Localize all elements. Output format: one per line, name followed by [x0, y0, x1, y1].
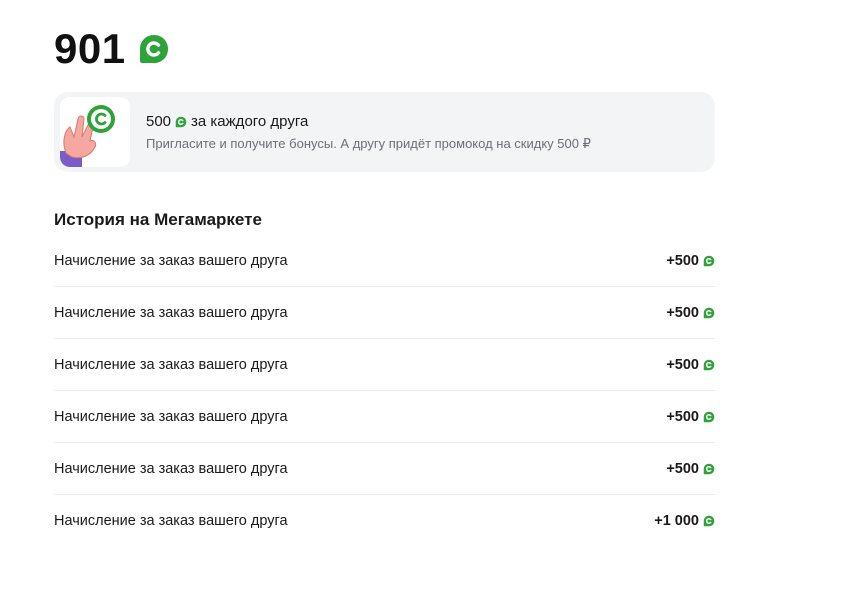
invite-title-suffix: за каждого друга — [191, 112, 309, 130]
history-row-label: Начисление за заказ вашего друга — [54, 304, 288, 321]
invite-amount: 500 — [146, 112, 172, 130]
history-row-amount-value: +500 — [666, 252, 699, 269]
history-row: Начисление за заказ вашего друга +500 — [54, 391, 715, 443]
invite-text: 500 за каждого друга Пригласите и получи… — [146, 112, 591, 153]
history-row-amount: +500 — [666, 305, 715, 321]
history-row: Начисление за заказ вашего друга +1 000 — [54, 495, 715, 547]
balance-value: 901 — [54, 25, 126, 72]
invite-friends-banner[interactable]: 500 за каждого друга Пригласите и получи… — [54, 92, 715, 172]
history-row-amount: +500 — [666, 253, 715, 269]
hand-with-coin-icon — [60, 97, 130, 167]
history-row-amount: +500 — [666, 357, 715, 373]
history-row-amount-value: +1 000 — [654, 513, 699, 529]
bonus-coin-icon — [703, 463, 715, 474]
history-row: Начисление за заказ вашего друга +500 — [54, 287, 715, 339]
history-row-label: Начисление за заказ вашего друга — [54, 356, 288, 373]
bonus-coin-icon — [703, 515, 715, 527]
history-row: Начисление за заказ вашего друга +500 — [54, 339, 715, 391]
history-list: Начисление за заказ вашего друга +500 На… — [54, 235, 715, 547]
history-row-amount: +500 — [666, 461, 715, 477]
history-row-amount-value: +500 — [666, 408, 699, 425]
history-row-label: Начисление за заказ вашего друга — [54, 252, 288, 269]
invite-subtitle: Пригласите и получите бонусы. А другу пр… — [146, 135, 591, 151]
bonus-coin-icon — [703, 255, 715, 266]
history-row-amount-value: +500 — [666, 460, 699, 477]
history-row-label: Начисление за заказ вашего друга — [54, 460, 288, 477]
bonus-coin-icon — [139, 35, 168, 63]
history-row-label: Начисление за заказ вашего друга — [54, 513, 288, 529]
bonus-coin-icon — [703, 411, 715, 422]
history-row-label: Начисление за заказ вашего друга — [54, 408, 288, 425]
bonus-coin-icon — [703, 359, 715, 370]
bonus-coin-icon — [703, 307, 715, 318]
history-row: Начисление за заказ вашего друга +500 — [54, 235, 715, 287]
bonus-balance: 901 — [54, 27, 170, 71]
history-row-amount: +1 000 — [654, 513, 715, 529]
history-row: Начисление за заказ вашего друга +500 — [54, 443, 715, 495]
invite-title: 500 за каждого друга — [146, 112, 591, 132]
bonus-page: 901 500 за каждого друга Пригласите и по… — [0, 0, 847, 611]
history-title: История на Мегамаркете — [54, 210, 262, 229]
history-row-amount: +500 — [666, 409, 715, 425]
bonus-coin-icon — [175, 116, 187, 127]
history-row-amount-value: +500 — [666, 356, 699, 373]
history-row-amount-value: +500 — [666, 304, 699, 321]
